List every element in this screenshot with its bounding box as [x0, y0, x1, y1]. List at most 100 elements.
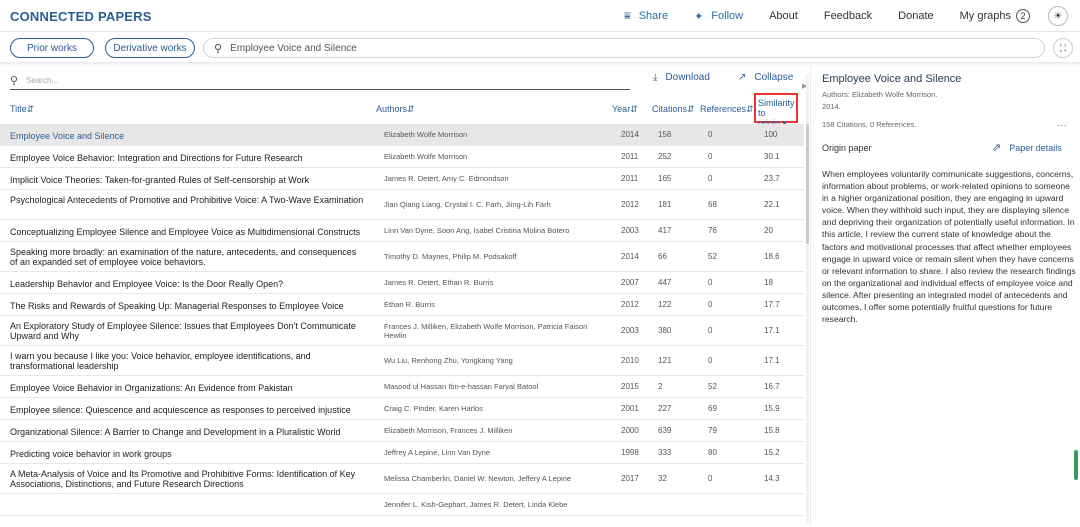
table-row[interactable]: The Risks and Rewards of Speaking Up: Ma…	[0, 294, 804, 316]
row-references: 79	[708, 426, 717, 435]
row-citations: 227	[658, 404, 672, 413]
table-row[interactable]: I warn you because I like you: Voice beh…	[0, 346, 804, 376]
table-search-input[interactable]: ⚲ Search...	[10, 72, 630, 90]
graph-search-input[interactable]: ⚲ Employee Voice and Silence	[203, 38, 1045, 58]
table-row[interactable]: An Exploratory Study of Employee Silence…	[0, 316, 804, 346]
column-header-authors[interactable]: Authors⇵	[376, 104, 415, 115]
follow-button[interactable]: ✦ Follow	[694, 10, 743, 23]
column-header-similarity[interactable]: Similarity to origin▲	[754, 93, 798, 128]
prior-works-button[interactable]: Prior works	[10, 38, 94, 58]
table-row[interactable]: Psychological Antecedents of Promotive a…	[0, 190, 804, 220]
row-similarity: 30.1	[764, 152, 780, 161]
row-authors: Elizabeth Morrison, Frances J. Milliken	[384, 426, 513, 435]
table-row[interactable]: Employee silence: Quiescence and acquies…	[0, 398, 804, 420]
row-title: Employee Voice and Silence	[10, 131, 125, 141]
detail-title: Employee Voice and Silence	[822, 73, 962, 85]
row-title: I warn you because I like you: Voice beh…	[10, 351, 311, 371]
share-button[interactable]: ⩸ Share	[624, 10, 668, 23]
top-nav: ⩸ Share ✦ Follow About Feedback Donate M…	[624, 0, 1080, 32]
derivative-works-button[interactable]: Derivative works	[105, 38, 195, 58]
column-header-title[interactable]: Title⇵	[10, 104, 34, 115]
row-citations: 121	[658, 356, 672, 365]
graph-toolbar: Prior works Derivative works ⚲ Employee …	[0, 32, 1080, 62]
fullscreen-icon: ⛶	[1059, 42, 1067, 53]
row-year: 2017	[621, 474, 639, 483]
table-row[interactable]: Implicit Voice Theories: Taken-for-grant…	[0, 168, 804, 190]
row-citations: 122	[658, 300, 672, 309]
table-row[interactable]: Organizational Silence: A Barrier to Cha…	[0, 420, 804, 442]
row-similarity: 20	[764, 226, 773, 235]
row-similarity: 14.3	[764, 474, 780, 483]
row-citations: 252	[658, 152, 672, 161]
row-citations: 32	[658, 474, 667, 483]
row-year: 2012	[621, 200, 639, 209]
feedback-link[interactable]: Feedback	[824, 10, 872, 22]
row-title: Organizational Silence: A Barrier to Cha…	[10, 427, 341, 437]
row-year: 1998	[621, 448, 639, 457]
table-row[interactable]: Employee Voice Behavior: Integration and…	[0, 146, 804, 168]
papers-table-body: Employee Voice and Silence Elizabeth Wolf…	[0, 124, 804, 516]
table-row[interactable]: Speaking more broadly: an examination of…	[0, 242, 804, 272]
detail-counts: 158 Citations, 0 References.	[822, 120, 917, 129]
table-row[interactable]: Employee Voice Behavior in Organizations…	[0, 376, 804, 398]
table-row[interactable]: Predicting voice behavior in work groups…	[0, 442, 804, 464]
origin-paper-label: Origin paper	[822, 143, 872, 153]
collapse-button[interactable]: ↗ Collapse	[738, 72, 793, 83]
row-authors: Elizabeth Wolfe Morrison	[384, 130, 468, 139]
row-year: 2010	[621, 356, 639, 365]
collapse-label: Collapse	[754, 72, 794, 83]
row-year: 2015	[621, 382, 639, 391]
detail-year: 2014.	[822, 102, 841, 111]
sun-icon: ☀	[1053, 10, 1063, 22]
table-row[interactable]: Leadership Behavior and Employee Voice: …	[0, 272, 804, 294]
row-title: The Risks and Rewards of Speaking Up: Ma…	[10, 301, 344, 311]
row-similarity: 15.8	[764, 426, 780, 435]
row-year: 2011	[621, 174, 639, 183]
row-authors: James R. Detert, Amy C. Edmondson	[384, 174, 509, 183]
share-icon: ⩸	[624, 9, 631, 22]
twitter-icon: ✦	[694, 10, 704, 23]
column-header-year[interactable]: Year⇵	[612, 104, 638, 115]
row-title: Leadership Behavior and Employee Voice: …	[10, 279, 284, 289]
donate-link[interactable]: Donate	[898, 10, 933, 22]
column-header-references[interactable]: References⇵	[700, 104, 754, 115]
row-citations: 2	[658, 382, 663, 391]
table-row[interactable]: Jennifer L. Kish-Gephart, James R. Deter…	[0, 494, 804, 516]
row-authors: Elizabeth Wolfe Morrison	[384, 152, 468, 161]
row-citations: 158	[658, 130, 672, 139]
my-graphs-link[interactable]: My graphs 2	[960, 9, 1030, 23]
row-citations: 417	[658, 226, 672, 235]
row-year: 2014	[621, 130, 639, 139]
row-authors: Jeffrey A Lepine, Linn Van Dyne	[384, 448, 491, 457]
row-title: Predicting voice behavior in work groups	[10, 449, 172, 459]
fullscreen-button[interactable]: ⛶	[1053, 38, 1073, 58]
scrollbar-thumb[interactable]	[806, 124, 809, 244]
table-row[interactable]: Employee Voice and Silence Elizabeth Wolf…	[0, 124, 804, 146]
row-title: A Meta-Analysis of Voice and Its Promoti…	[10, 469, 356, 489]
row-references: 76	[708, 226, 717, 235]
theme-toggle[interactable]: ☀	[1048, 6, 1068, 26]
table-row[interactable]: Conceptualizing Employee Silence and Emp…	[0, 220, 804, 242]
top-bar: CONNECTED PAPERS ⩸ Share ✦ Follow About …	[0, 0, 1080, 32]
paper-details-label: Paper details	[1009, 142, 1062, 153]
row-year: 2007	[621, 278, 639, 287]
paper-details-link[interactable]: ⇗ Paper details	[992, 141, 1062, 154]
table-search-placeholder: Search...	[26, 76, 59, 85]
row-citations: 66	[658, 252, 667, 261]
graph-search-value: Employee Voice and Silence	[230, 42, 357, 54]
search-icon: ⚲	[214, 42, 223, 55]
row-authors: Jian Qiang Liang, Crystal I. C. Farh, Ji…	[384, 200, 551, 209]
download-icon: ⤓	[653, 72, 658, 83]
download-button[interactable]: ⤓ Download	[653, 72, 710, 83]
feedback-tab[interactable]	[1074, 450, 1078, 480]
table-row[interactable]: A Meta-Analysis of Voice and Its Promoti…	[0, 464, 804, 494]
my-graphs-label: My graphs	[959, 10, 1011, 22]
column-header-citations[interactable]: Citations⇵	[652, 104, 695, 115]
row-references: 0	[708, 130, 713, 139]
papers-list-panel: ⚲ Search... ⤓ Download ↗ Collapse ▶ Titl…	[0, 66, 808, 527]
row-authors: Wu Liu, Renhong Zhu, Yongkang Yang	[384, 356, 513, 365]
about-link[interactable]: About	[769, 10, 798, 22]
row-authors: Timothy D. Maynes, Philip M. Podsakoff	[384, 252, 517, 261]
more-options-button[interactable]: ...	[1057, 118, 1068, 128]
brand-logo[interactable]: CONNECTED PAPERS	[10, 9, 152, 24]
